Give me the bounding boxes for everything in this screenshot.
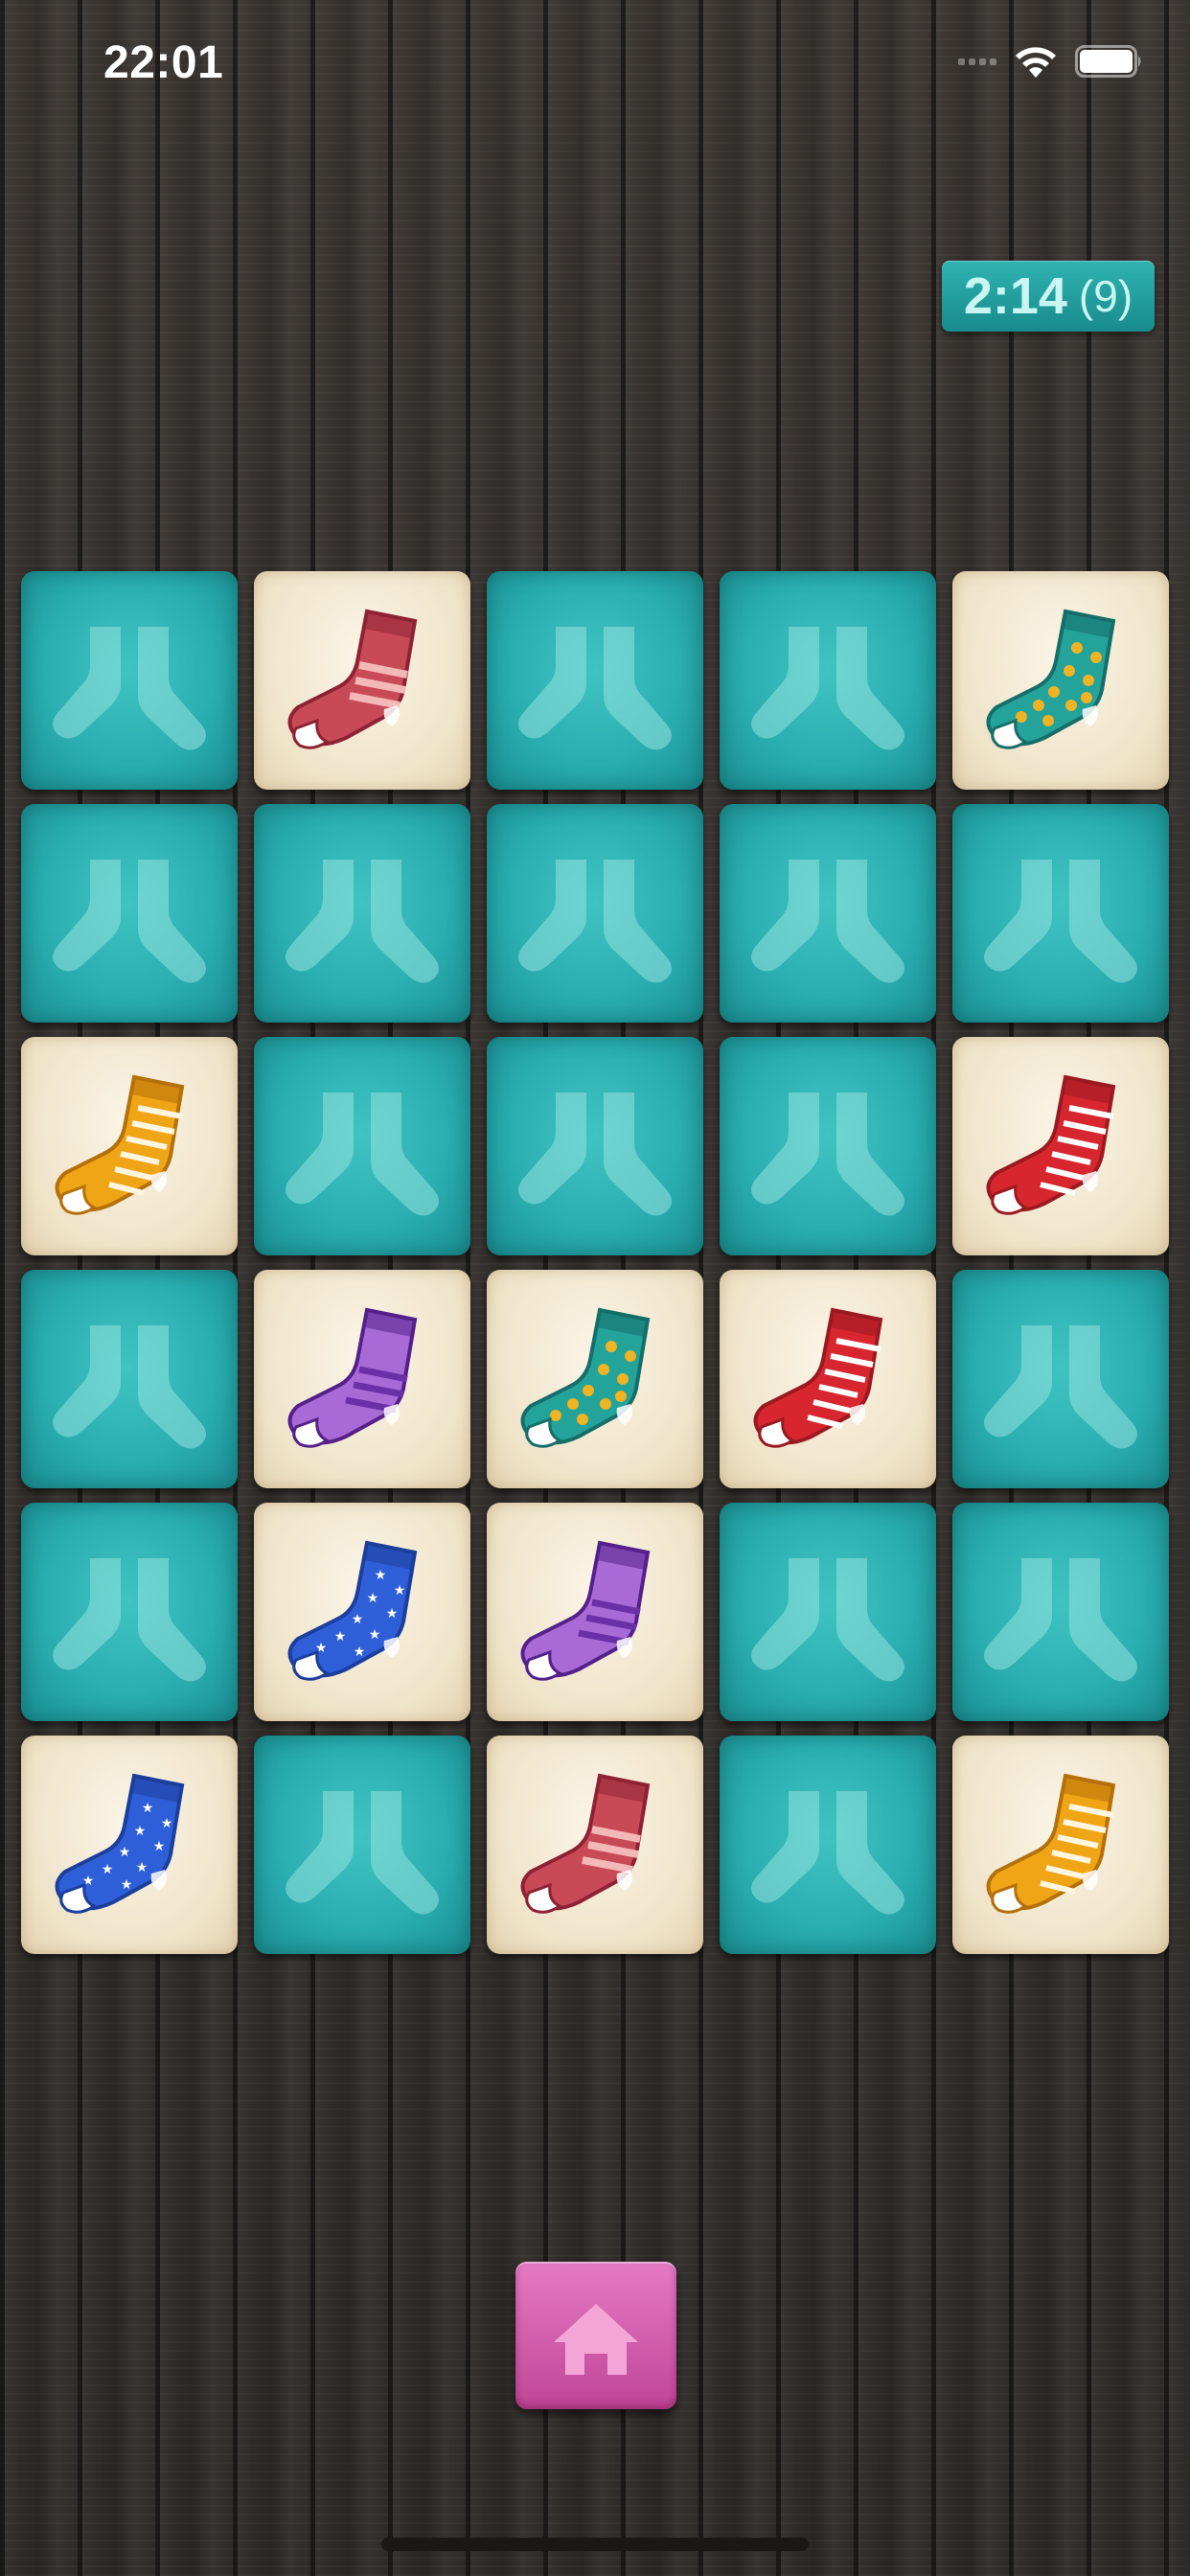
- socks-pair-icon: [518, 1092, 672, 1216]
- svg-text:★: ★: [354, 1644, 366, 1659]
- svg-text:★: ★: [334, 1628, 347, 1644]
- card-face-up[interactable]: [952, 1037, 1169, 1255]
- card-face-down[interactable]: [254, 804, 470, 1023]
- svg-text:★: ★: [369, 1626, 381, 1642]
- svg-text:★: ★: [119, 1844, 131, 1859]
- svg-text:★: ★: [121, 1876, 133, 1892]
- socks-pair-icon: [286, 860, 439, 983]
- card-face-up[interactable]: [487, 1270, 703, 1488]
- socks-pair-icon: [53, 1325, 206, 1449]
- socks-pair-icon: [984, 860, 1137, 983]
- socks-pair-icon: [984, 1325, 1137, 1449]
- svg-text:★: ★: [102, 1861, 114, 1876]
- card-face-down[interactable]: [487, 1037, 703, 1255]
- socks-pair-icon: [751, 1092, 904, 1216]
- card-face-up[interactable]: ★ ★ ★ ★ ★ ★ ★ ★ ★: [21, 1736, 238, 1954]
- card-face-down[interactable]: [487, 571, 703, 790]
- card-face-up[interactable]: ★ ★ ★ ★ ★ ★ ★ ★ ★: [254, 1503, 470, 1721]
- card-face-down[interactable]: [952, 1503, 1169, 1721]
- card-face-up[interactable]: [487, 1503, 703, 1721]
- svg-text:★: ★: [375, 1567, 387, 1582]
- svg-text:★: ★: [394, 1582, 406, 1598]
- card-face-up[interactable]: [952, 1736, 1169, 1954]
- socks-pair-icon: [984, 1558, 1137, 1682]
- svg-text:★: ★: [136, 1859, 149, 1874]
- blue-star-sock-icon: ★★★★★★★★★: [287, 1540, 418, 1681]
- orange-striped-sock-icon: [55, 1074, 185, 1215]
- socks-pair-icon: [518, 860, 672, 983]
- socks-pair-icon: [286, 1092, 439, 1216]
- purple-sock-icon: [520, 1540, 651, 1681]
- card-face-down[interactable]: [720, 1736, 936, 1954]
- status-icons: [958, 42, 1144, 80]
- red-white-striped-sock-icon: [753, 1307, 883, 1448]
- socks-pair-icon: [53, 1558, 206, 1682]
- red-sock-icon: [520, 1773, 651, 1914]
- socks-pair-icon: [751, 1791, 904, 1915]
- socks-pair-icon: [518, 627, 672, 750]
- socks-pair-icon: [751, 627, 904, 750]
- card-face-up[interactable]: [21, 1037, 238, 1255]
- socks-pair-icon: [751, 1558, 904, 1682]
- card-face-down[interactable]: [952, 1270, 1169, 1488]
- card-face-down[interactable]: [254, 1037, 470, 1255]
- card-face-up[interactable]: [952, 571, 1169, 790]
- card-face-up[interactable]: [487, 1736, 703, 1954]
- card-face-down[interactable]: [21, 1270, 238, 1488]
- svg-text:★: ★: [352, 1611, 364, 1626]
- teal-dotted-sock-icon: [520, 1307, 651, 1448]
- card-face-down[interactable]: [254, 1736, 470, 1954]
- card-face-down[interactable]: [21, 571, 238, 790]
- card-face-down[interactable]: [720, 1503, 936, 1721]
- svg-text:★: ★: [386, 1605, 399, 1621]
- home-button[interactable]: [515, 2262, 676, 2409]
- purple-sock-icon: [287, 1307, 418, 1448]
- svg-text:★: ★: [153, 1838, 166, 1853]
- card-face-up[interactable]: [254, 571, 470, 790]
- card-face-down[interactable]: [487, 804, 703, 1023]
- red-sock-icon: [287, 609, 418, 749]
- card-face-down[interactable]: [720, 571, 936, 790]
- socks-pair-icon: [53, 860, 206, 983]
- socks-pair-icon: [286, 1791, 439, 1915]
- blue-star-sock-icon: ★★★★★★★★★: [55, 1773, 185, 1914]
- socks-pair-icon: [53, 627, 206, 750]
- card-face-down[interactable]: [952, 804, 1169, 1023]
- teal-dotted-sock-icon: [986, 609, 1116, 749]
- card-face-up[interactable]: [254, 1270, 470, 1488]
- cellular-signal-icon: [958, 58, 996, 65]
- timer-time: 2:14: [963, 267, 1067, 325]
- timer-badge: 2:14 (9): [942, 261, 1155, 332]
- wifi-icon: [1016, 47, 1056, 78]
- home-indicator: [381, 2538, 809, 2551]
- battery-icon: [1075, 45, 1144, 78]
- svg-text:★: ★: [161, 1815, 173, 1830]
- home-icon: [554, 2304, 638, 2375]
- card-face-down[interactable]: [720, 1037, 936, 1255]
- card-grid: ★ ★ ★ ★ ★ ★ ★ ★ ★ ★ ★ ★ ★ ★ ★ ★ ★ ★: [21, 571, 1169, 1954]
- card-face-down[interactable]: [21, 804, 238, 1023]
- socks-pair-icon: [751, 860, 904, 983]
- move-count: (9): [1078, 271, 1133, 321]
- svg-text:★: ★: [134, 1823, 147, 1838]
- status-time: 22:01: [103, 37, 224, 88]
- card-face-down[interactable]: [21, 1503, 238, 1721]
- card-face-up[interactable]: [720, 1270, 936, 1488]
- card-face-down[interactable]: [720, 804, 936, 1023]
- svg-text:★: ★: [367, 1590, 379, 1605]
- orange-striped-sock-icon: [986, 1773, 1116, 1914]
- svg-text:★: ★: [142, 1800, 154, 1815]
- red-white-striped-sock-icon: [986, 1074, 1116, 1215]
